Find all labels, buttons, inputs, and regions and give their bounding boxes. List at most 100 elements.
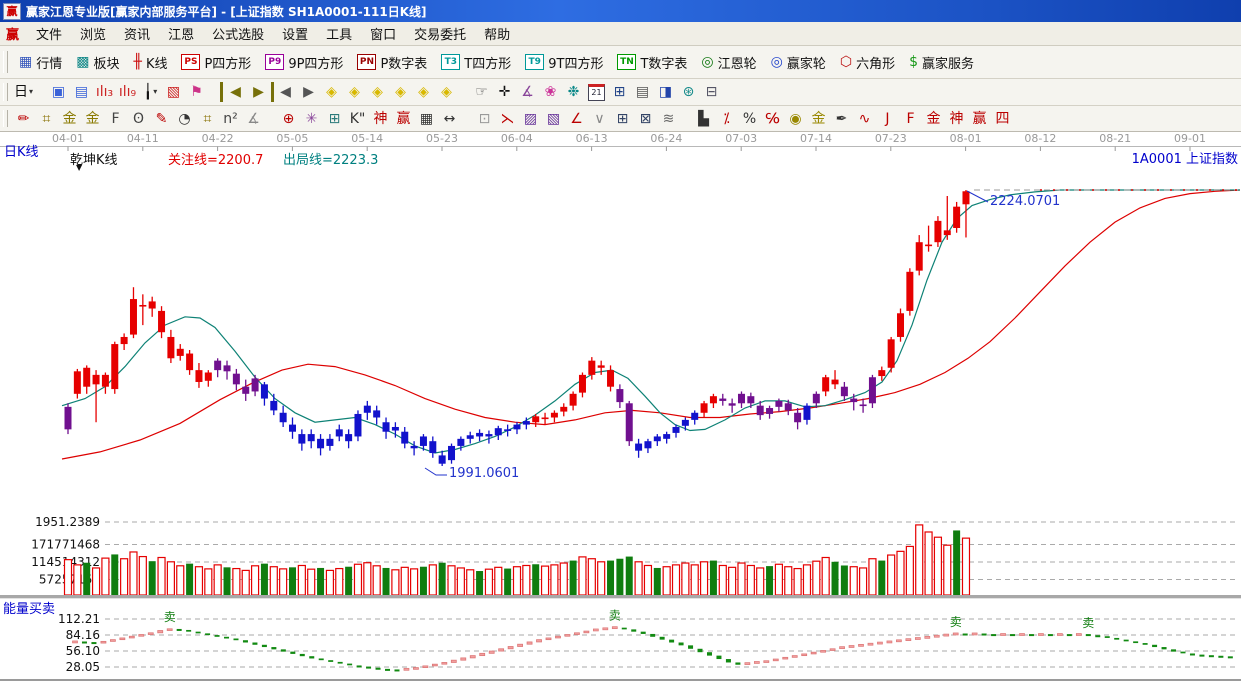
flag-icon[interactable]: ⚑ bbox=[185, 82, 208, 102]
hexagon-button[interactable]: ⬡六角形 bbox=[833, 51, 902, 74]
energy-dash bbox=[73, 641, 78, 643]
pen-ruler-icon[interactable]: ✎ bbox=[150, 109, 173, 129]
save-icon[interactable]: ◨ bbox=[654, 82, 677, 102]
winner-wheel-button[interactable]: ◎赢家轮 bbox=[764, 51, 833, 74]
diamond-left-button[interactable]: ◈ bbox=[320, 82, 343, 102]
bars-9-icon[interactable]: ılı₉ bbox=[116, 82, 139, 102]
chart-area[interactable]: 04-0104-1104-2205-0505-1405-2306-0406-13… bbox=[0, 132, 1241, 681]
quotes-button[interactable]: ▦行情 bbox=[12, 51, 69, 74]
gann-wheel-button[interactable]: ◎江恩轮 bbox=[694, 51, 763, 74]
starburst-icon[interactable]: ✳ bbox=[300, 109, 323, 129]
grid-scale-icon[interactable]: ⌗ bbox=[35, 109, 58, 129]
f-tool-icon[interactable]: F bbox=[104, 109, 127, 129]
period-day-dropdown[interactable]: 日▾ bbox=[12, 82, 35, 102]
square-grid2-icon[interactable]: ⊠ bbox=[634, 109, 657, 129]
time-cycle-icon[interactable]: ◔ bbox=[173, 109, 196, 129]
report-form-icon[interactable]: ▤ bbox=[70, 82, 93, 102]
menu-item-5[interactable]: 设置 bbox=[273, 26, 317, 45]
diamond-expand-button[interactable]: ◈ bbox=[366, 82, 389, 102]
crosshair-tool-icon[interactable]: ✛ bbox=[493, 82, 516, 102]
menu-item-8[interactable]: 交易委托 bbox=[405, 26, 475, 45]
menu-item-2[interactable]: 资讯 bbox=[115, 26, 159, 45]
stats-column-icon[interactable]: ▙ bbox=[692, 109, 715, 129]
square-grid-icon[interactable]: ⊞ bbox=[611, 109, 634, 129]
web-tool-icon[interactable]: ❉ bbox=[562, 82, 585, 102]
menu-item-0[interactable]: 文件 bbox=[27, 26, 71, 45]
box-plus-icon[interactable]: ⊡ bbox=[473, 109, 496, 129]
spiral-icon[interactable]: ʘ bbox=[127, 109, 150, 129]
span-arrows-icon[interactable]: ↔ bbox=[438, 109, 461, 129]
brush-icon[interactable]: ✒ bbox=[830, 109, 853, 129]
chart-canvas[interactable]: 04-0104-1104-2205-0505-1405-2306-0406-13… bbox=[0, 132, 1241, 681]
gold-circle-icon[interactable]: ◉ bbox=[784, 109, 807, 129]
f-angle-icon[interactable]: F bbox=[899, 109, 922, 129]
menu-item-4[interactable]: 公式选股 bbox=[203, 26, 273, 45]
chevron-down-icon[interactable]: ▼ bbox=[76, 163, 82, 172]
gann-gold-icon[interactable]: 金 bbox=[58, 109, 81, 129]
candle-body bbox=[794, 413, 801, 422]
t-table-button[interactable]: TNT数字表 bbox=[610, 51, 694, 74]
v-line-icon[interactable]: ∨ bbox=[588, 109, 611, 129]
gann-box-icon[interactable]: ▧ bbox=[542, 109, 565, 129]
compass-icon[interactable]: ⊕ bbox=[277, 109, 300, 129]
notepad-icon[interactable]: ▤ bbox=[631, 82, 654, 102]
percent-icon[interactable]: % bbox=[738, 109, 761, 129]
menu-item-6[interactable]: 工具 bbox=[317, 26, 361, 45]
four-angle-icon[interactable]: 四 bbox=[991, 109, 1014, 129]
candle-body bbox=[962, 191, 969, 204]
menu-item-7[interactable]: 窗口 bbox=[361, 26, 405, 45]
gann-gold2-icon[interactable]: 金 bbox=[81, 109, 104, 129]
skip-last-button[interactable]: ▶ bbox=[247, 82, 274, 102]
p-table-button[interactable]: PNP数字表 bbox=[350, 51, 434, 74]
ruler-grid-icon[interactable]: ▦ bbox=[415, 109, 438, 129]
menu-item-9[interactable]: 帮助 bbox=[475, 26, 519, 45]
angle-measure-icon[interactable]: ∡ bbox=[516, 82, 539, 102]
gann-grid-icon[interactable]: ▨ bbox=[519, 109, 542, 129]
diamond-right-button[interactable]: ◈ bbox=[343, 82, 366, 102]
diamond-compress-button[interactable]: ◈ bbox=[389, 82, 412, 102]
gold-angle-icon[interactable]: 金 bbox=[922, 109, 945, 129]
trend-pen-icon[interactable]: ✏ bbox=[12, 109, 35, 129]
fan-lines-icon[interactable]: ⋋ bbox=[496, 109, 519, 129]
gold-line-icon[interactable]: 金 bbox=[807, 109, 830, 129]
win-angle-icon[interactable]: 赢 bbox=[968, 109, 991, 129]
p-square-button[interactable]: PSP四方形 bbox=[174, 51, 258, 74]
sectors-button[interactable]: ▩板块 bbox=[69, 51, 126, 74]
menu-item-3[interactable]: 江恩 bbox=[159, 26, 203, 45]
angle-tool-icon[interactable]: ∡ bbox=[242, 109, 265, 129]
t-square-button[interactable]: T3T四方形 bbox=[434, 51, 518, 74]
parallel-lines-icon[interactable]: ≋ bbox=[657, 109, 680, 129]
kline-button[interactable]: ╫K线 bbox=[127, 51, 175, 74]
angle-line-icon[interactable]: ∠ bbox=[565, 109, 588, 129]
web-grid-icon[interactable]: ⊞ bbox=[323, 109, 346, 129]
shen-angle-icon[interactable]: 神 bbox=[945, 109, 968, 129]
calendar-icon[interactable]: 21 bbox=[585, 82, 608, 102]
9p-square-button[interactable]: P99P四方形 bbox=[258, 51, 350, 74]
printer-icon[interactable]: ⊟ bbox=[700, 82, 723, 102]
calculator-icon[interactable]: ⊞ bbox=[608, 82, 631, 102]
shen-tool-icon[interactable]: 神 bbox=[369, 109, 392, 129]
j-angle-icon[interactable]: J bbox=[876, 109, 899, 129]
hand-tool-icon[interactable]: ☞ bbox=[470, 82, 493, 102]
wave-icon[interactable]: ∿ bbox=[853, 109, 876, 129]
net-share-icon[interactable]: ⊛ bbox=[677, 82, 700, 102]
step-back-button[interactable]: ◀ bbox=[274, 82, 297, 102]
window-pattern-icon[interactable]: ▣ bbox=[47, 82, 70, 102]
percent-line-icon[interactable]: ⁒ bbox=[715, 109, 738, 129]
chips-icon[interactable]: ▧ bbox=[162, 82, 185, 102]
skip-first-button[interactable]: ◀ bbox=[220, 82, 247, 102]
n2-tool-icon[interactable]: n² bbox=[219, 109, 242, 129]
win-tool-icon[interactable]: 赢 bbox=[392, 109, 415, 129]
9t-square-button[interactable]: T99T四方形 bbox=[518, 51, 610, 74]
diamond-burst-button[interactable]: ◈ bbox=[412, 82, 435, 102]
menu-item-1[interactable]: 浏览 bbox=[71, 26, 115, 45]
flower-tool-icon[interactable]: ❀ bbox=[539, 82, 562, 102]
percent-flag-icon[interactable]: ℅ bbox=[761, 109, 784, 129]
bars-3-icon[interactable]: ılı₃ bbox=[93, 82, 116, 102]
hash-ruler-icon[interactable]: ⌗ bbox=[196, 109, 219, 129]
diamond-target-button[interactable]: ◈ bbox=[435, 82, 458, 102]
step-forward-button[interactable]: ▶ bbox=[297, 82, 320, 102]
candle-style-dropdown[interactable]: ╽▾ bbox=[139, 82, 162, 102]
k-mark-icon[interactable]: K" bbox=[346, 109, 369, 129]
winner-service-button[interactable]: $赢家服务 bbox=[902, 51, 981, 74]
